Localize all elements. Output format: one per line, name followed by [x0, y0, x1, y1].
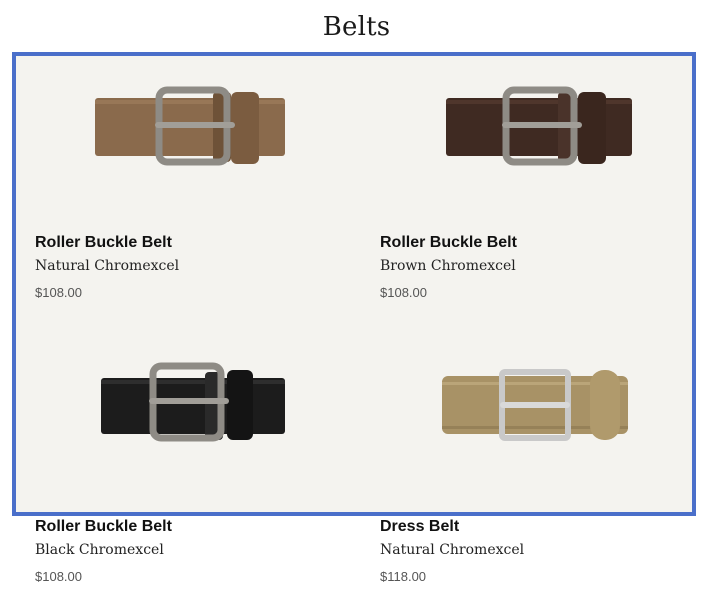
product-image[interactable] — [380, 350, 680, 490]
product-price: $108.00 — [380, 285, 427, 300]
product-image[interactable] — [35, 70, 335, 210]
product-card[interactable]: Dress Belt Natural Chromexcel $118.00 — [380, 350, 680, 590]
product-name[interactable]: Roller Buckle Belt — [35, 518, 172, 536]
belt-image-brown — [446, 86, 632, 166]
product-variant: Natural Chromexcel — [380, 542, 525, 558]
product-image[interactable] — [380, 70, 680, 210]
belt-image-black — [101, 362, 285, 442]
product-name[interactable]: Roller Buckle Belt — [380, 234, 517, 252]
product-variant: Natural Chromexcel — [35, 258, 180, 274]
page-title: Belts — [322, 12, 391, 42]
product-price: $108.00 — [35, 569, 82, 584]
product-name[interactable]: Roller Buckle Belt — [35, 234, 172, 252]
product-price: $108.00 — [35, 285, 82, 300]
product-card[interactable]: Roller Buckle Belt Black Chromexcel $108… — [35, 350, 335, 590]
product-variant: Brown Chromexcel — [380, 258, 516, 274]
product-card[interactable]: Roller Buckle Belt Brown Chromexcel $108… — [380, 70, 680, 310]
product-image[interactable] — [35, 350, 335, 490]
product-card[interactable]: Roller Buckle Belt Natural Chromexcel $1… — [35, 70, 335, 310]
product-price: $118.00 — [380, 569, 427, 584]
product-name[interactable]: Dress Belt — [380, 518, 459, 536]
product-variant: Black Chromexcel — [35, 542, 164, 558]
belt-image-natural-dress — [442, 369, 628, 441]
belt-image-natural — [95, 86, 285, 166]
